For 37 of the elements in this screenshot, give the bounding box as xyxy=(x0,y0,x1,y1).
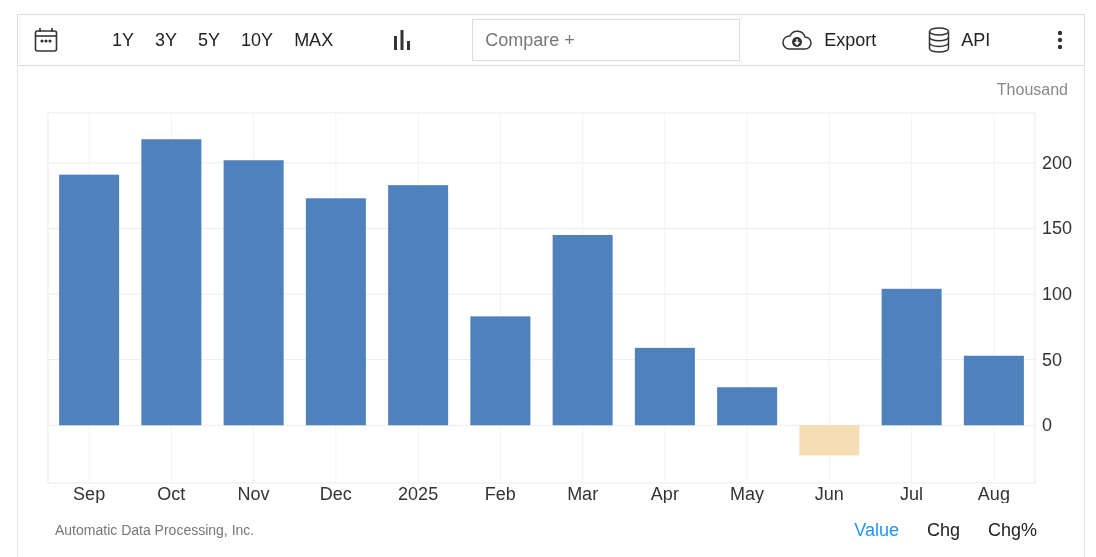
x-axis-label: Apr xyxy=(650,484,679,503)
export-button[interactable]: Export xyxy=(824,26,877,54)
bar xyxy=(799,425,860,456)
more-options-icon[interactable] xyxy=(1057,30,1063,50)
bar xyxy=(963,355,1024,426)
source-label: Automatic Data Processing, Inc. xyxy=(55,521,255,540)
mode-tab[interactable]: Chg xyxy=(926,517,960,544)
x-axis-label: 2025 xyxy=(398,484,439,503)
x-axis-label: Aug xyxy=(977,484,1010,503)
y-axis-label: 100 xyxy=(1042,284,1073,305)
x-axis-label: Mar xyxy=(567,484,599,503)
bar xyxy=(717,387,778,426)
x-axis-label: Dec xyxy=(319,484,352,503)
x-axis-label: Jun xyxy=(814,484,844,503)
range-button[interactable]: 1Y xyxy=(112,26,135,54)
x-axis-label: Nov xyxy=(237,484,270,503)
range-button[interactable]: 5Y xyxy=(198,26,221,54)
x-axis-label: May xyxy=(730,484,765,503)
mode-tab[interactable]: Chg% xyxy=(987,517,1037,544)
range-button[interactable]: 10Y xyxy=(241,26,274,54)
unit-label: Thousand xyxy=(996,80,1068,100)
x-axis-label: Jul xyxy=(900,484,924,503)
compare-field[interactable]: Compare + xyxy=(472,19,741,61)
bar-chart-icon[interactable] xyxy=(393,30,412,50)
api-button[interactable]: API xyxy=(961,26,991,54)
y-axis-label: 200 xyxy=(1042,152,1073,173)
database-icon[interactable] xyxy=(928,27,951,53)
range-button[interactable]: 3Y xyxy=(155,26,178,54)
y-axis-label: 50 xyxy=(1042,349,1063,370)
x-axis-label: Feb xyxy=(484,484,516,503)
x-axis-label: Sep xyxy=(73,484,106,503)
cloud-download-icon[interactable] xyxy=(782,29,813,51)
x-axis-label: Oct xyxy=(157,484,186,503)
calendar-icon[interactable] xyxy=(34,27,58,53)
y-axis-label: 150 xyxy=(1042,218,1073,239)
y-axis-label: 0 xyxy=(1042,415,1052,436)
range-button[interactable]: MAX xyxy=(294,26,334,54)
